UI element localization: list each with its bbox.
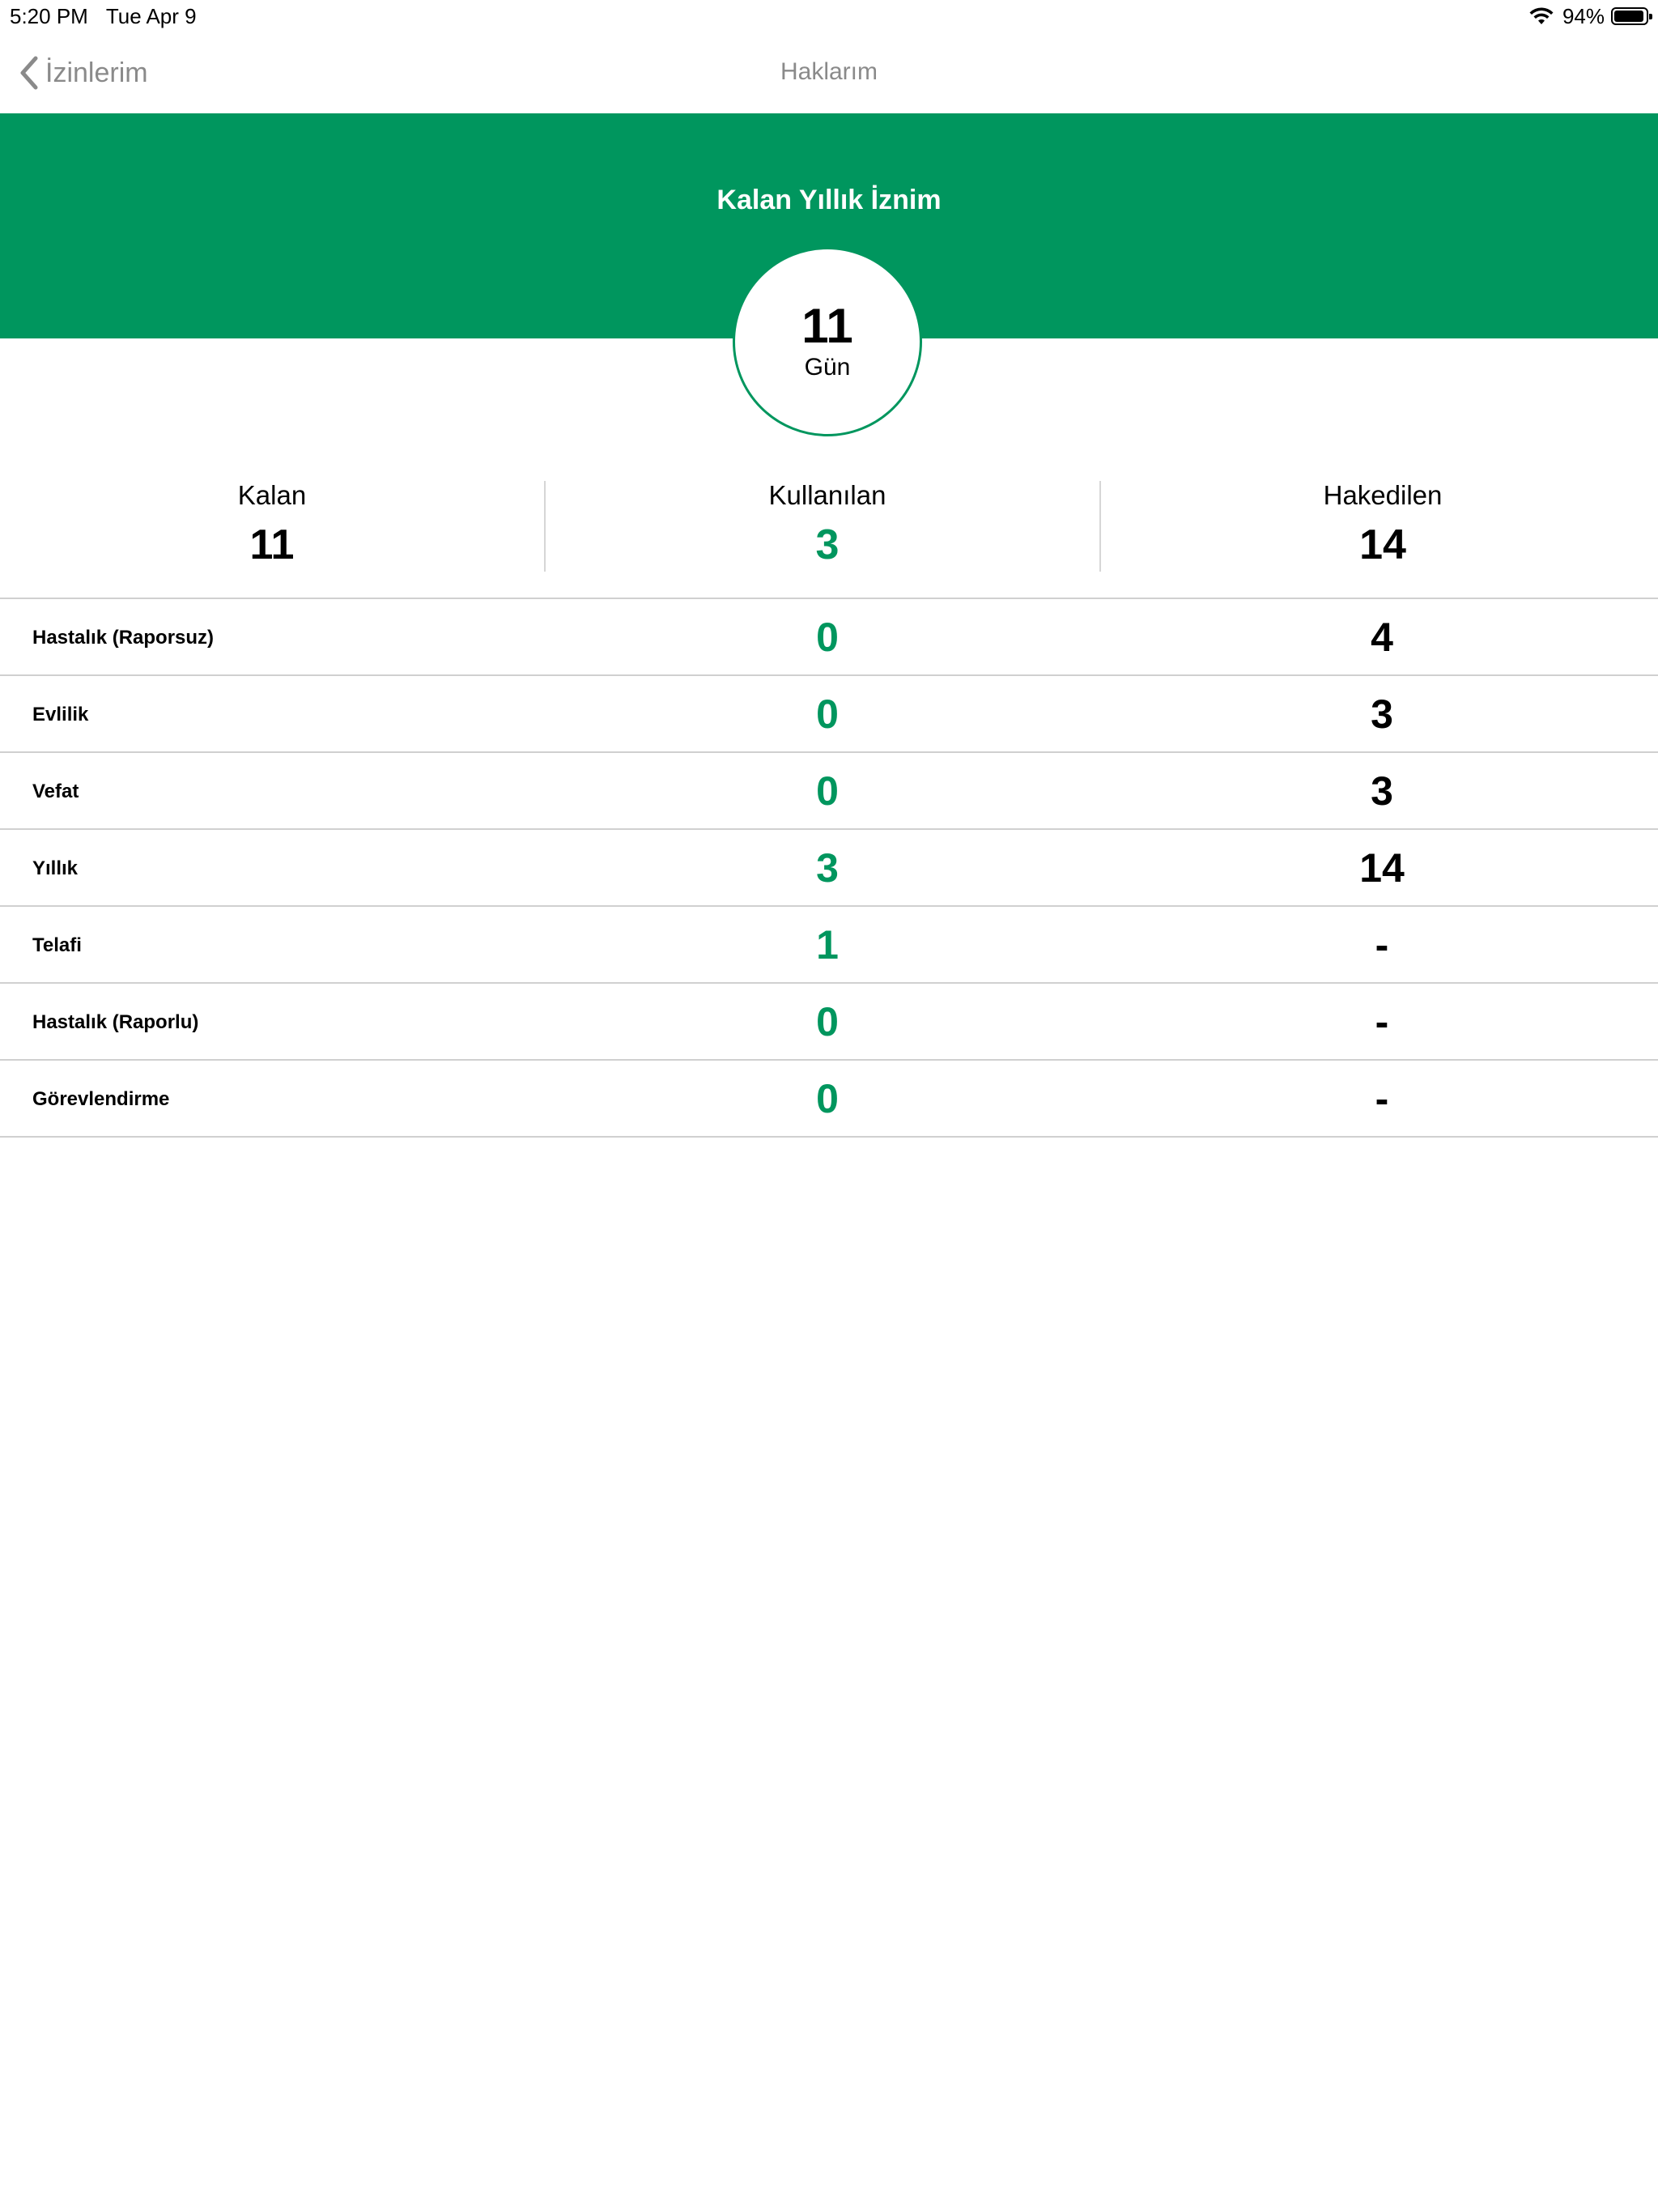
summary-used-label: Kullanılan [768,480,886,510]
summary: Kalan 11 Kullanılan 3 Hakedilen 14 [0,478,1658,572]
leave-used-value: 1 [816,922,839,968]
leave-earned-value: - [1375,1076,1389,1121]
leave-earned-value: 3 [1371,691,1393,737]
summary-earned-label: Hakedilen [1323,480,1443,510]
leave-used-value: 0 [816,1076,839,1121]
status-date: Tue Apr 9 [105,4,197,28]
remaining-days-value: 11 [801,299,853,353]
leave-earned-value: - [1375,922,1389,968]
summary-earned-value: 14 [1359,521,1406,568]
status-time: 5:20 PM [10,4,88,28]
leave-used-value: 3 [816,845,839,891]
wifi-icon [1529,7,1554,24]
leave-earned-value: - [1375,999,1389,1044]
leave-used-value: 0 [816,615,839,660]
leave-used-value: 0 [816,999,839,1044]
leave-type-label: Hastalık (Raporlu) [32,1011,199,1033]
leave-earned-value: 3 [1371,768,1393,814]
summary-remaining: Kalan 11 [0,478,544,572]
list-item: Hastalık (Raporsuz) 0 4 [0,599,1658,676]
battery-cap [1649,14,1652,19]
leave-type-label: Telafi [32,934,82,956]
separator [0,1136,1658,1138]
list-item: Telafi 1 - [0,907,1658,984]
list-item: Vefat 0 3 [0,753,1658,830]
leave-type-label: Görevlendirme [32,1088,170,1110]
remaining-days-circle: 11 Gün [733,247,922,436]
navigation-bar: İzinlerim Haklarım [0,32,1658,113]
summary-earned: Hakedilen 14 [1111,478,1655,572]
summary-divider [1099,481,1101,572]
status-left: 5:20 PM Tue Apr 9 [10,2,197,31]
summary-used: Kullanılan 3 [555,478,1099,572]
page-title: Haklarım [780,58,878,85]
leave-earned-value: 4 [1371,615,1393,660]
leave-type-label: Yıllık [32,857,79,879]
summary-used-value: 3 [815,521,840,568]
list-item: Hastalık (Raporlu) 0 - [0,984,1658,1061]
leave-used-value: 0 [816,691,839,737]
hero-title: Kalan Yıllık İznim [716,185,942,215]
summary-remaining-label: Kalan [237,480,307,510]
leave-type-label: Vefat [32,781,79,802]
leave-type-label: Evlilik [32,704,89,725]
status-right: 94% [1528,2,1652,31]
leave-earned-value: 14 [1359,845,1405,891]
battery-icon [1611,7,1652,25]
list-item: Evlilik 0 3 [0,676,1658,753]
status-bar: 5:20 PM Tue Apr 9 94% [0,0,1658,32]
remaining-days-unit: Gün [804,354,851,381]
battery-percent: 94% [1562,3,1605,28]
summary-remaining-value: 11 [249,521,295,568]
summary-divider [544,481,546,572]
leave-used-value: 0 [816,768,839,814]
leave-type-label: Hastalık (Raporsuz) [32,627,215,649]
list-item: Görevlendirme 0 - [0,1061,1658,1138]
list-item: Yıllık 3 14 [0,830,1658,907]
battery-fill [1614,11,1643,22]
